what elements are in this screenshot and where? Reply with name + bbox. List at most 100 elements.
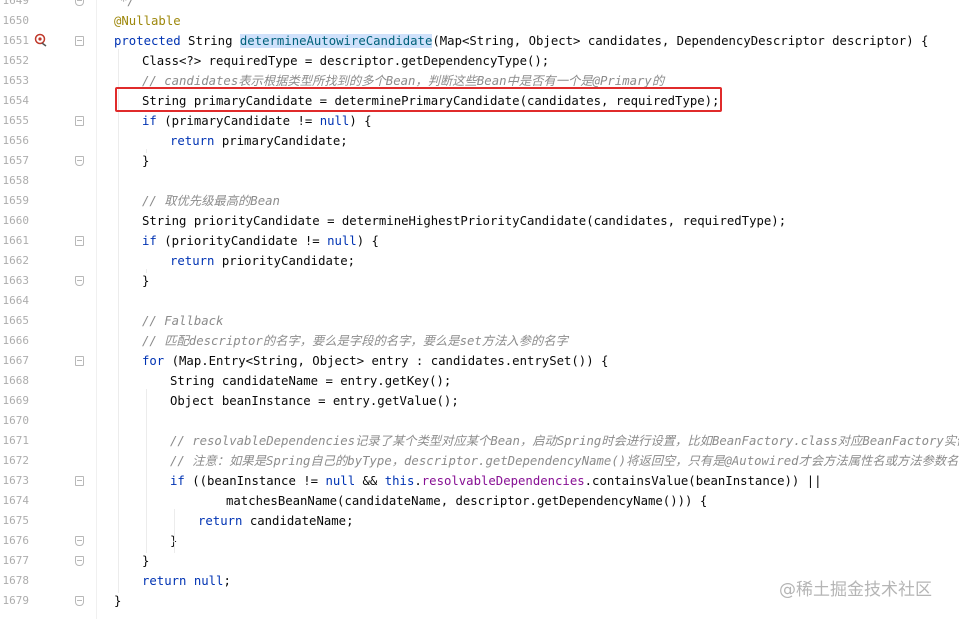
code-token: .	[414, 474, 422, 488]
code-text: String priorityCandidate = determineHigh…	[142, 211, 786, 231]
code-line[interactable]: 1676}	[0, 531, 959, 551]
code-text: }	[142, 271, 149, 291]
line-number: 1651	[2, 34, 30, 47]
code-token: return	[170, 134, 222, 148]
fold-start-icon[interactable]	[75, 36, 84, 46]
code-text: if ((beanInstance != null && this.resolv…	[170, 471, 822, 491]
code-token: if	[170, 474, 193, 488]
line-number: 1670	[2, 414, 30, 427]
code-token: protected	[114, 34, 189, 48]
code-text: return primaryCandidate;	[170, 131, 348, 151]
code-line[interactable]: 1652 Class<?> requiredType = descriptor.g…	[0, 51, 959, 71]
line-number: 1676	[2, 534, 30, 547]
code-line[interactable]: 1657}	[0, 151, 959, 171]
highlight-box	[115, 87, 722, 112]
code-token: ;	[223, 574, 231, 588]
fold-end-icon[interactable]	[75, 556, 84, 566]
code-token: // candidates表示根据类型所找到的多个Bean，判断这些Bean中是…	[142, 74, 665, 88]
code-token: null	[325, 474, 363, 488]
line-number: 1663	[2, 274, 30, 287]
line-number: 1656	[2, 134, 30, 147]
code-line[interactable]: 1674 matchesBeanName(candidateName, descr…	[0, 491, 959, 511]
code-line[interactable]: 1660 String priorityCandidate = determine…	[0, 211, 959, 231]
code-text: // Fallback	[142, 311, 223, 331]
code-line[interactable]: 1662 return priorityCandidate;	[0, 251, 959, 271]
code-line[interactable]: 1650 @Nullable	[0, 11, 959, 31]
code-token: (priorityCandidate !=	[164, 234, 328, 248]
code-text: */	[120, 0, 135, 11]
code-line[interactable]: 1673 if ((beanInstance != null && this.re…	[0, 471, 959, 491]
code-token: return	[198, 514, 250, 528]
fold-end-icon[interactable]	[75, 536, 84, 546]
code-token: null	[327, 234, 357, 248]
fold-end-icon[interactable]	[75, 156, 84, 166]
line-number: 1669	[2, 394, 30, 407]
code-token: String priorityCandidate = determineHigh…	[142, 214, 787, 228]
code-token: if	[142, 114, 165, 128]
code-token: (Map<String, Object> candidates, Depende…	[432, 34, 929, 48]
code-line[interactable]: 1656 return primaryCandidate;	[0, 131, 959, 151]
code-line[interactable]: 1667 for (Map.Entry<String, Object> entry…	[0, 351, 959, 371]
code-token: // 匹配descriptor的名字，要么是字段的名字，要么是set方法入参的名…	[142, 334, 568, 348]
code-text: }	[114, 591, 121, 611]
fold-start-icon[interactable]	[75, 116, 84, 126]
code-line[interactable]: 1669 Object beanInstance = entry.getValue…	[0, 391, 959, 411]
code-line[interactable]: 1671 // resolvableDependencies记录了某个类型对应某个…	[0, 431, 959, 451]
code-text: // resolvableDependencies记录了某个类型对应某个Bean…	[170, 431, 959, 451]
line-number: 1665	[2, 314, 30, 327]
line-number: 1653	[2, 74, 30, 87]
indent-guide	[174, 509, 175, 553]
code-token: null	[193, 574, 224, 588]
code-text: return priorityCandidate;	[170, 251, 355, 271]
fold-start-icon[interactable]	[75, 236, 84, 246]
code-line[interactable]: 1649 */	[0, 0, 959, 11]
fold-start-icon[interactable]	[75, 356, 84, 366]
line-number: 1666	[2, 334, 30, 347]
line-number: 1650	[2, 14, 30, 27]
code-token: primaryCandidate;	[221, 134, 348, 148]
code-line[interactable]: 1672 // 注意：如果是Spring自己的byType，descriptor.…	[0, 451, 959, 471]
code-token: // resolvableDependencies记录了某个类型对应某个Bean…	[170, 434, 959, 448]
line-number: 1661	[2, 234, 30, 247]
code-token: String candidateName = entry.getKey();	[170, 374, 452, 388]
code-line[interactable]: 1661 if (priorityCandidate != null) {	[0, 231, 959, 251]
fold-end-icon[interactable]	[75, 0, 84, 6]
code-token: priorityCandidate;	[221, 254, 356, 268]
line-number: 1649	[2, 0, 30, 7]
code-line[interactable]: 1675 return candidateName;	[0, 511, 959, 531]
indent-guide	[146, 269, 147, 273]
fold-start-icon[interactable]	[75, 476, 84, 486]
code-token: matchesBeanName(candidateName, descripto…	[226, 494, 708, 508]
line-number: 1654	[2, 94, 30, 107]
code-text: @Nullable	[114, 11, 181, 31]
code-token: @Nullable	[114, 14, 181, 28]
code-token: Class<?> requiredType = descriptor.getDe…	[142, 54, 550, 68]
code-token: // 注意：如果是Spring自己的byType，descriptor.getD…	[170, 454, 959, 468]
code-token: */	[120, 0, 135, 8]
code-token: (Map.Entry<String, Object> entry : candi…	[171, 354, 609, 368]
code-line[interactable]: 1665 // Fallback	[0, 311, 959, 331]
code-token: ) {	[349, 114, 372, 128]
code-token: for	[142, 354, 172, 368]
code-token: (primaryCandidate !=	[164, 114, 320, 128]
code-line[interactable]: 1670	[0, 411, 959, 431]
fold-end-icon[interactable]	[75, 276, 84, 286]
code-text: Class<?> requiredType = descriptor.getDe…	[142, 51, 549, 71]
line-number: 1652	[2, 54, 30, 67]
code-line[interactable]: 1668 String candidateName = entry.getKey(…	[0, 371, 959, 391]
code-line[interactable]: 1663}	[0, 271, 959, 291]
code-line[interactable]: 1664	[0, 291, 959, 311]
code-text: if (primaryCandidate != null) {	[142, 111, 372, 131]
code-token: ((beanInstance !=	[192, 474, 326, 488]
code-line[interactable]: 1666 // 匹配descriptor的名字，要么是字段的名字，要么是set方法…	[0, 331, 959, 351]
line-number: 1655	[2, 114, 30, 127]
code-line[interactable]: 1659 // 取优先级最高的Bean	[0, 191, 959, 211]
code-line[interactable]: 1677}	[0, 551, 959, 571]
code-line[interactable]: 1655 if (primaryCandidate != null) {	[0, 111, 959, 131]
code-line[interactable]: 1651 protected String determineAutowireCa…	[0, 31, 959, 51]
code-editor[interactable]: 1649 */ 1650 @Nullable 1651 protected String …	[0, 0, 959, 619]
code-text: return candidateName;	[198, 511, 353, 531]
code-line[interactable]: 1658	[0, 171, 959, 191]
override-method-icon[interactable]	[34, 33, 48, 47]
fold-end-icon[interactable]	[75, 596, 84, 606]
